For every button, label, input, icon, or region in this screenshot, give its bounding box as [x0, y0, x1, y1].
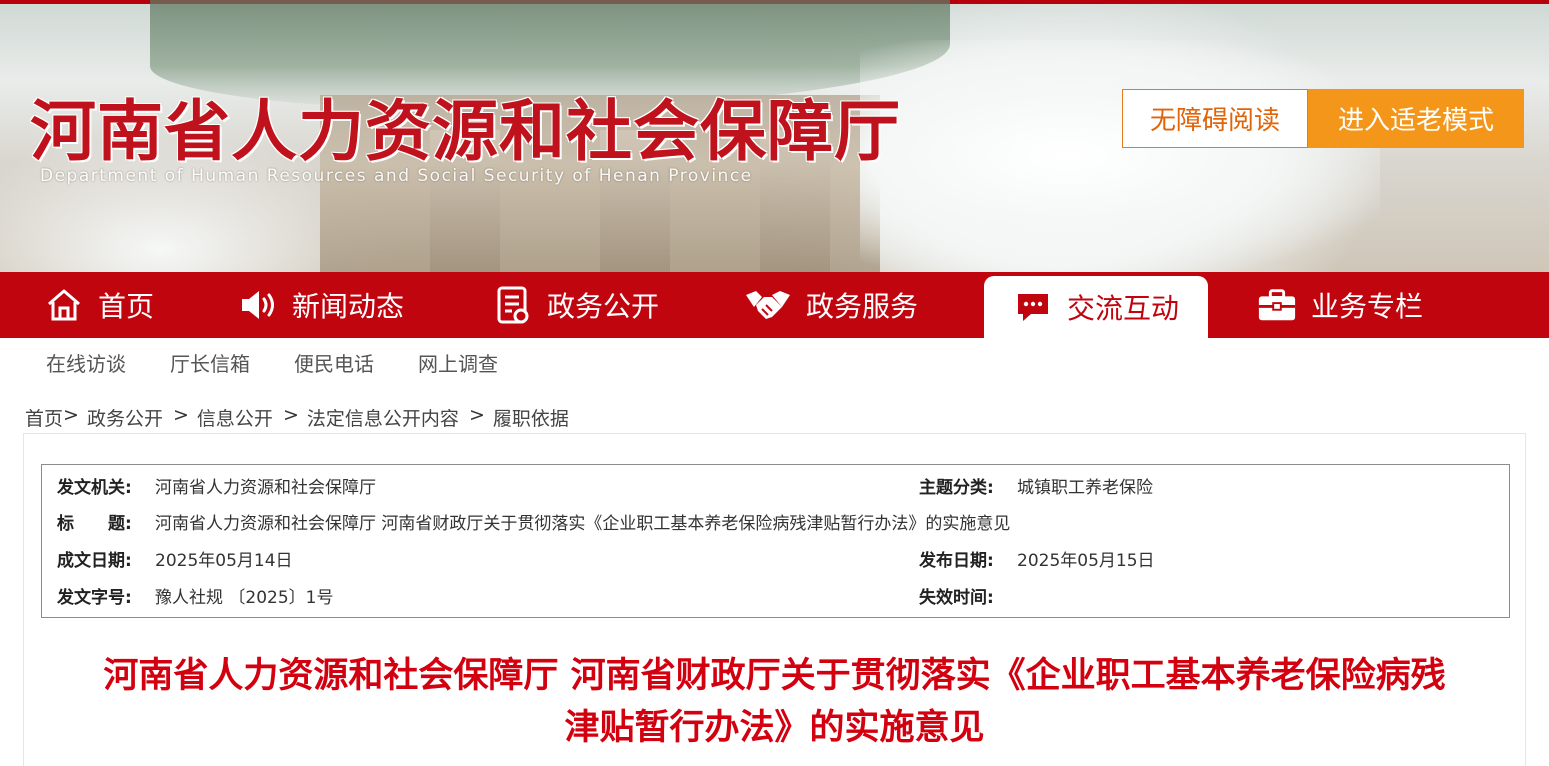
meta-written-date-value: 2025年05月14日	[155, 550, 293, 571]
meta-publish-date: 发布日期: 2025年05月15日	[919, 546, 1155, 571]
meta-publish-date-label: 发布日期:	[919, 550, 994, 571]
meta-category-label: 主题分类:	[919, 477, 994, 498]
sub-nav-hotline[interactable]: 便民电话	[294, 348, 374, 376]
nav-item-gov-affairs[interactable]: 政务公开	[493, 272, 659, 338]
briefcase-icon	[1257, 285, 1297, 325]
meta-title-value: 河南省人力资源和社会保障厅 河南省财政厅关于贯彻落实《企业职工基本养老保险病残津…	[155, 513, 1011, 534]
breadcrumb-duty-basis[interactable]: 履职依据	[493, 404, 569, 431]
meta-title-label: 标 题:	[57, 513, 132, 534]
sub-nav-online-survey[interactable]: 网上调查	[418, 348, 498, 376]
site-subtitle: Department of Human Resources and Social…	[40, 166, 753, 186]
mode-buttons: 无障碍阅读 进入适老模式	[1122, 89, 1524, 148]
meta-title: 标 题: 河南省人力资源和社会保障厅 河南省财政厅关于贯彻落实《企业职工基本养老…	[57, 509, 1011, 534]
document-title-line: 津贴暂行办法》的实施意见	[564, 708, 985, 748]
nav-item-interaction[interactable]: 交流互动	[984, 276, 1208, 338]
nav-label: 交流互动	[1066, 292, 1179, 325]
nav-label: 新闻动态	[292, 290, 405, 323]
meta-written-date: 成文日期: 2025年05月14日	[57, 546, 293, 571]
document-meta-box: 发文机关: 河南省人力资源和社会保障厅 主题分类: 城镇职工养老保险 标 题: …	[41, 464, 1510, 618]
breadcrumb-separator: >	[276, 404, 299, 426]
meta-expiry-label: 失效时间:	[919, 587, 994, 608]
chat-icon	[1013, 287, 1053, 327]
breadcrumb-separator: >	[166, 404, 189, 426]
meta-publish-date-value: 2025年05月15日	[1017, 550, 1155, 571]
header-banner: 河南省人力资源和社会保障厅 Department of Human Resour…	[0, 0, 1549, 272]
document-title-line: 河南省人力资源和社会保障厅 河南省财政厅关于贯彻落实《企业职工基本养老保险病残	[103, 656, 1446, 696]
speaker-icon	[238, 285, 278, 325]
meta-category-value: 城镇职工养老保险	[1017, 477, 1153, 498]
nav-item-business-column[interactable]: 业务专栏	[1257, 272, 1423, 338]
home-icon	[44, 285, 84, 325]
accessible-reading-button[interactable]: 无障碍阅读	[1122, 89, 1308, 148]
sub-nav-director-mailbox[interactable]: 厅长信箱	[170, 348, 250, 376]
breadcrumb-separator: >	[462, 404, 485, 426]
nav-label: 首页	[98, 290, 155, 323]
elder-mode-button[interactable]: 进入适老模式	[1308, 89, 1524, 148]
breadcrumb-statutory-content[interactable]: 法定信息公开内容	[307, 404, 459, 431]
handshake-icon	[744, 285, 792, 325]
main-nav: 首页 新闻动态 政务公开 政务服务 交流互动 业务专栏	[0, 272, 1549, 338]
meta-expiry: 失效时间:	[919, 583, 1017, 608]
meta-doc-number-value: 豫人社规 〔2025〕1号	[155, 587, 334, 608]
nav-item-gov-services[interactable]: 政务服务	[744, 272, 918, 338]
site-title: 河南省人力资源和社会保障厅	[30, 92, 901, 170]
sub-nav-online-interview[interactable]: 在线访谈	[46, 348, 126, 376]
nav-label: 政务公开	[547, 290, 660, 323]
meta-written-date-label: 成文日期:	[57, 550, 132, 571]
document-title: 河南省人力资源和社会保障厅 河南省财政厅关于贯彻落实《企业职工基本养老保险病残 …	[40, 650, 1509, 754]
meta-doc-number: 发文字号: 豫人社规 〔2025〕1号	[57, 583, 334, 608]
document-icon	[493, 285, 533, 325]
meta-category: 主题分类: 城镇职工养老保险	[919, 473, 1153, 498]
breadcrumb-home[interactable]: 首页	[25, 404, 63, 431]
nav-item-news[interactable]: 新闻动态	[238, 272, 404, 338]
sub-nav: 在线访谈 厅长信箱 便民电话 网上调查	[46, 348, 542, 376]
meta-issuer-value: 河南省人力资源和社会保障厅	[155, 477, 376, 498]
breadcrumb-separator: >	[63, 404, 79, 426]
meta-doc-number-label: 发文字号:	[57, 587, 132, 608]
banner-water-spray	[860, 40, 1380, 272]
breadcrumb: 首页 > 政务公开 > 信息公开 > 法定信息公开内容 > 履职依据	[25, 404, 569, 431]
breadcrumb-gov-affairs[interactable]: 政务公开	[87, 404, 163, 431]
meta-issuer: 发文机关: 河南省人力资源和社会保障厅	[57, 473, 376, 498]
nav-label: 政务服务	[806, 290, 919, 323]
meta-issuer-label: 发文机关:	[57, 477, 132, 498]
nav-item-home[interactable]: 首页	[44, 272, 154, 338]
breadcrumb-info-disclosure[interactable]: 信息公开	[197, 404, 273, 431]
nav-label: 业务专栏	[1311, 290, 1424, 323]
